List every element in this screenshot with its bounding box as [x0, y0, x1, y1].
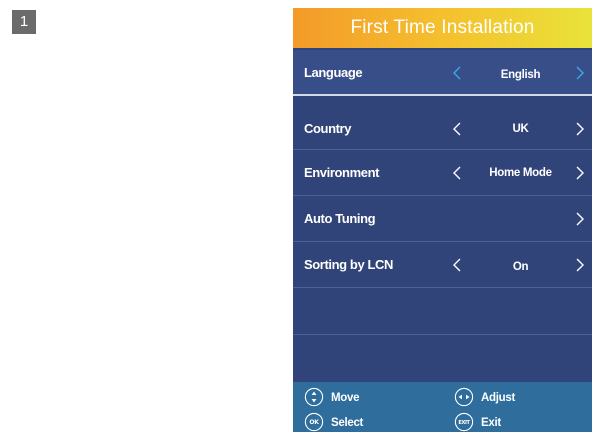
menu-row-auto-tuning[interactable]: Auto Tuning	[293, 196, 592, 242]
menu-row-label: Language	[304, 65, 363, 80]
exit-label: Exit	[481, 417, 501, 429]
move-label: Move	[331, 392, 360, 404]
menu-row-environment[interactable]: Environment Home Mode	[293, 150, 592, 196]
row-divider	[293, 287, 592, 288]
row-divider	[293, 334, 592, 335]
up-down-button-icon	[304, 387, 324, 407]
left-right-button-icon	[454, 387, 474, 407]
menu-row-country[interactable]: Country UK	[293, 106, 592, 152]
chevron-left-icon[interactable]	[451, 257, 465, 273]
chevron-right-icon[interactable]	[572, 65, 586, 81]
menu-row-label: Auto Tuning	[304, 211, 376, 226]
page-number-badge: 1	[12, 10, 36, 34]
menu-row-value: UK	[512, 123, 529, 135]
menu-row-value: Home Mode	[489, 167, 552, 179]
exit-button-text: EXIT	[458, 420, 470, 426]
menu-row-label: Environment	[304, 165, 380, 180]
exit-button-icon: EXIT	[454, 412, 474, 432]
chevron-left-icon[interactable]	[451, 65, 465, 81]
menu-row-value: English	[500, 69, 541, 81]
chevron-left-icon[interactable]	[451, 165, 465, 181]
menu-row-language[interactable]: Language English	[293, 50, 592, 96]
menu-row-value: On	[512, 261, 529, 273]
ok-button-icon: OK	[304, 412, 324, 432]
menu-row-sorting-by-lcn[interactable]: Sorting by LCN On	[293, 242, 592, 288]
chevron-right-icon[interactable]	[572, 165, 586, 181]
first-time-installation-menu: First Time Installation Language English…	[293, 8, 592, 432]
chevron-right-icon[interactable]	[572, 211, 586, 227]
chevron-right-icon[interactable]	[572, 121, 586, 137]
ok-button-text: OK	[309, 419, 319, 426]
menu-row-label: Sorting by LCN	[304, 257, 394, 272]
help-bar: Move Adjust OK Select EXIT Exit	[293, 382, 592, 432]
chevron-left-icon[interactable]	[451, 121, 465, 137]
chevron-right-icon[interactable]	[572, 257, 586, 273]
select-label: Select	[331, 417, 364, 429]
menu-row-label: Country	[304, 121, 352, 136]
menu-title: First Time Installation	[293, 8, 592, 48]
adjust-label: Adjust	[481, 392, 515, 404]
